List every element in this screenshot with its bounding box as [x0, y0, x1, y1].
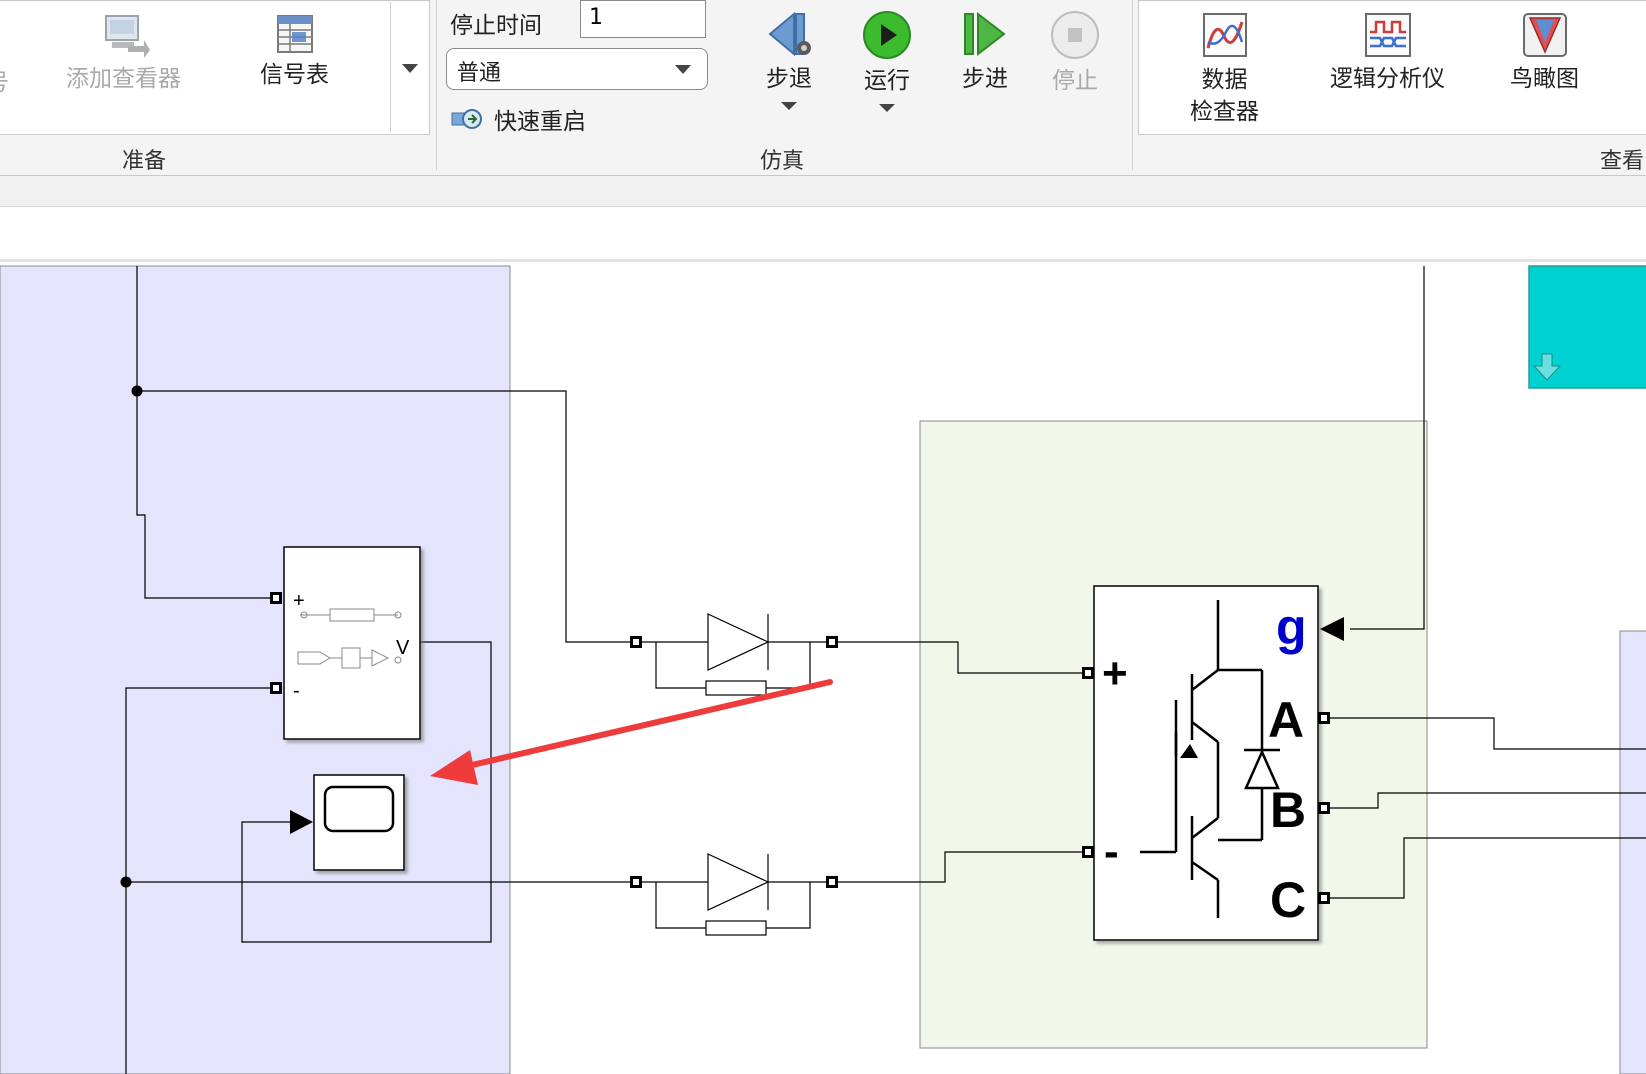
- group-divider: [436, 0, 437, 170]
- data-inspector-label-line1: 数据: [1201, 67, 1248, 93]
- voltage-plus-port-label: +: [293, 590, 305, 612]
- fast-restart-button[interactable]: 快速重启: [450, 102, 586, 136]
- stop-time-input[interactable]: 1: [580, 0, 706, 38]
- minus-port-label: -: [1104, 827, 1119, 876]
- data-inspector-label-line2: 检查器: [1190, 99, 1259, 125]
- voltage-minus-port-label: -: [293, 680, 300, 702]
- simulation-group-label: 仿真: [760, 149, 805, 174]
- logic-analyzer-icon: [1364, 13, 1411, 57]
- step-back-button[interactable]: 步退: [764, 10, 814, 110]
- group-divider: [1132, 0, 1133, 170]
- step-back-label: 步退: [766, 66, 812, 92]
- chevron-down-icon: [781, 102, 797, 110]
- phase-b-port-label: B: [1270, 782, 1306, 838]
- simulation-mode-value: 普通: [457, 61, 502, 86]
- stop-time-label: 停止时间: [450, 13, 542, 39]
- review-group-label: 查看: [1600, 149, 1645, 174]
- step-forward-label: 步进: [962, 66, 1008, 92]
- voltage-measurement-block[interactable]: + - V: [270, 546, 421, 740]
- chevron-down-icon: [402, 64, 418, 73]
- step-forward-button[interactable]: 步进: [962, 10, 1008, 94]
- prepare-group-label: 准备: [122, 149, 167, 174]
- diode-block-bottom[interactable]: [630, 853, 838, 936]
- step-forward-icon: [964, 11, 1006, 57]
- data-inspector-icon: [1202, 13, 1247, 57]
- chevron-down-icon: [675, 65, 691, 74]
- cut-signal-button[interactable]: 号: [0, 62, 9, 98]
- explorer-bar: [0, 176, 1646, 207]
- stop-button[interactable]: 停止: [1050, 10, 1100, 96]
- blue-subsystem-area-right: [1619, 630, 1646, 1074]
- birds-eye-button[interactable]: 鸟瞰图: [1510, 12, 1579, 94]
- step-back-icon: [768, 11, 811, 57]
- run-icon: [863, 11, 911, 59]
- add-viewer-button[interactable]: 添加查看器: [66, 10, 181, 94]
- run-label: 运行: [864, 68, 910, 94]
- igbt-bridge-block[interactable]: g + - A B C: [1082, 585, 1344, 941]
- model-diagram: + - V g + - A B C: [0, 265, 1646, 1074]
- wire-junction: [131, 385, 143, 397]
- chevron-down-icon: [879, 104, 895, 112]
- toolstrip: 号 添加查看器 信号表 准备 停止时间 1 普通: [0, 0, 1646, 176]
- voltage-output-port-label: V: [396, 637, 410, 659]
- prepare-panel: [0, 0, 430, 135]
- data-inspector-button[interactable]: 数据 检查器: [1190, 12, 1259, 128]
- simulation-mode-select[interactable]: 普通: [446, 48, 708, 90]
- fast-restart-icon: [451, 109, 482, 129]
- signal-table-label: 信号表: [260, 62, 329, 88]
- data-inspector-label: 数据 检查器: [1190, 64, 1259, 128]
- phase-c-port-label: C: [1270, 872, 1306, 928]
- plus-port-label: +: [1102, 649, 1128, 698]
- prepare-gallery-expand-button[interactable]: [390, 2, 429, 132]
- address-bar[interactable]: [0, 207, 1646, 262]
- gate-port-label: g: [1276, 599, 1307, 655]
- run-button[interactable]: 运行: [862, 10, 912, 112]
- fast-restart-label: 快速重启: [494, 109, 586, 135]
- blue-subsystem-area: [0, 265, 511, 1074]
- phase-a-port-label: A: [1268, 692, 1304, 748]
- diode-block-top[interactable]: [630, 613, 838, 696]
- signal-table-icon: [276, 15, 313, 53]
- wire-junction: [120, 876, 132, 888]
- model-canvas[interactable]: + - V g + - A B C: [0, 262, 1646, 1074]
- cut-signal-label: 号: [0, 68, 9, 98]
- birds-eye-icon: [1522, 13, 1567, 57]
- stop-icon: [1051, 11, 1099, 59]
- add-viewer-icon: [104, 15, 150, 58]
- stop-label: 停止: [1052, 68, 1098, 94]
- birds-eye-label: 鸟瞰图: [1510, 66, 1579, 92]
- signal-table-button[interactable]: 信号表: [260, 14, 329, 90]
- logic-analyzer-button[interactable]: 逻辑分析仪: [1330, 12, 1445, 94]
- add-viewer-label: 添加查看器: [66, 66, 181, 92]
- logic-analyzer-label: 逻辑分析仪: [1330, 66, 1445, 92]
